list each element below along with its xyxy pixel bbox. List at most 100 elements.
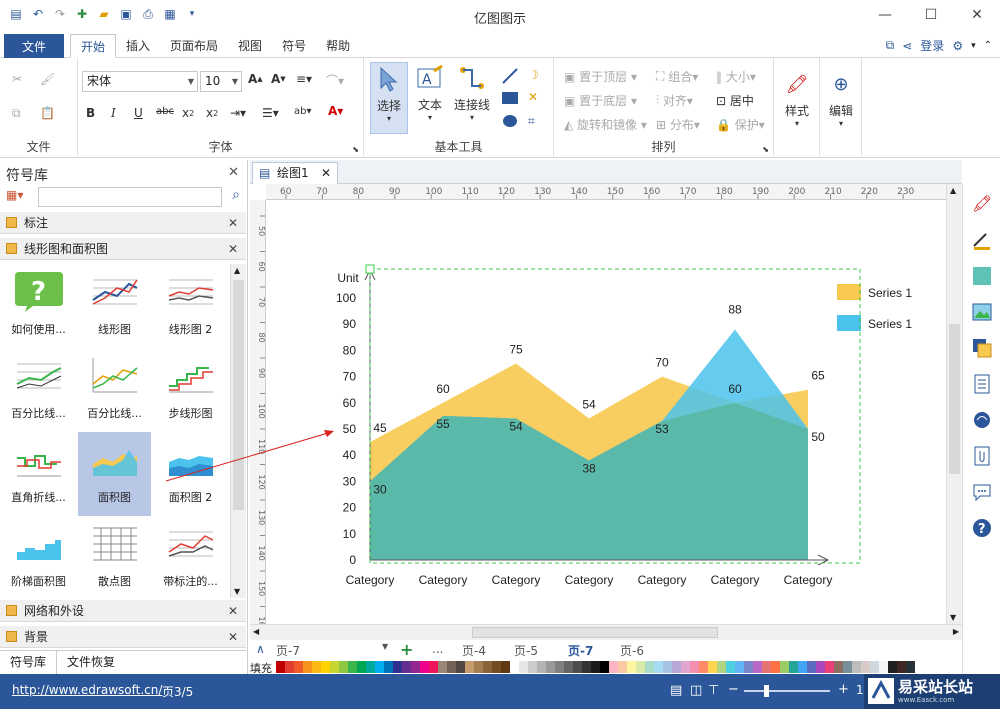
color-swatch[interactable] xyxy=(897,661,906,673)
shape-annotated-line[interactable]: 带标注的... xyxy=(154,516,227,598)
scroll-down-icon[interactable]: ▼ xyxy=(234,587,240,596)
select-tool-button[interactable]: 选择 ▾ xyxy=(370,62,408,134)
selection-handle[interactable] xyxy=(365,264,375,274)
tab-help[interactable]: 帮助 xyxy=(316,34,360,58)
color-swatch[interactable] xyxy=(789,661,798,673)
color-swatch[interactable] xyxy=(681,661,690,673)
color-swatch[interactable] xyxy=(303,661,312,673)
chevron-down-icon[interactable]: ▾ xyxy=(971,41,976,51)
tab-insert[interactable]: 插入 xyxy=(116,34,160,58)
page-tab-5[interactable]: 页-5 xyxy=(514,642,538,659)
present-icon[interactable]: ⧉ xyxy=(886,38,895,53)
edit-button[interactable]: ⊕ 编辑 ▾ xyxy=(822,68,860,129)
format-painter-icon[interactable]: 🖌 xyxy=(40,72,55,86)
zoom-in-icon[interactable]: + xyxy=(838,682,849,697)
color-swatch[interactable] xyxy=(519,661,528,673)
highlight-icon[interactable]: ab▾ xyxy=(294,106,312,117)
color-swatch[interactable] xyxy=(825,661,834,673)
color-swatch[interactable] xyxy=(546,661,555,673)
arc-shape-icon[interactable]: ☽ xyxy=(528,68,539,82)
close-icon[interactable]: ✕ xyxy=(228,626,238,648)
comment-icon[interactable] xyxy=(972,482,992,502)
color-swatch[interactable] xyxy=(420,661,429,673)
scroll-thumb[interactable] xyxy=(949,324,960,474)
color-swatch[interactable] xyxy=(321,661,330,673)
color-swatch[interactable] xyxy=(276,661,285,673)
distribute-button[interactable]: ⊞ 分布 ▾ xyxy=(656,116,700,133)
color-swatch[interactable] xyxy=(573,661,582,673)
page-tab-4[interactable]: 页-4 xyxy=(462,642,486,659)
page-tab-6[interactable]: 页-6 xyxy=(620,642,644,659)
color-swatch[interactable] xyxy=(429,661,438,673)
color-swatch[interactable] xyxy=(492,661,501,673)
color-swatch[interactable] xyxy=(663,661,672,673)
color-swatch[interactable] xyxy=(834,661,843,673)
color-swatch[interactable] xyxy=(591,661,600,673)
attachment-icon[interactable] xyxy=(972,446,992,466)
canvas-vertical-scrollbar[interactable]: ▲ ▼ xyxy=(946,184,962,624)
style-button[interactable]: 🖍 样式 ▾ xyxy=(778,68,816,129)
color-swatch[interactable] xyxy=(906,661,915,673)
shape-step-area[interactable]: 阶梯面积图 xyxy=(2,516,75,598)
layer-icon[interactable] xyxy=(972,338,992,358)
color-swatch[interactable] xyxy=(771,661,780,673)
close-icon[interactable]: ✕ xyxy=(228,165,239,180)
tab-file-recovery[interactable]: 文件恢复 xyxy=(57,651,125,674)
area-chart[interactable]: 0 10 20 30 40 50 60 70 80 90 100 Category Category Ca… xyxy=(266,200,946,624)
scroll-right-icon[interactable]: ▶ xyxy=(953,627,959,636)
arrange-dialog-launcher-icon[interactable]: ⬊ xyxy=(762,145,769,154)
crop-icon[interactable]: ⌗ xyxy=(528,114,535,129)
color-swatch[interactable] xyxy=(699,661,708,673)
scroll-up-icon[interactable]: ▲ xyxy=(950,186,956,195)
bring-to-front-button[interactable]: ▣ 置于顶层 ▾ xyxy=(564,68,637,85)
category-line-area[interactable]: 线形图和面积图 ✕ xyxy=(0,238,246,260)
canvas-horizontal-scrollbar[interactable]: ◀ ▶ xyxy=(250,624,962,640)
strikethrough-icon[interactable]: abc xyxy=(156,106,174,117)
minimize-icon[interactable]: — xyxy=(862,0,908,30)
close-icon[interactable]: ✕ xyxy=(228,600,238,622)
subscript-icon[interactable]: x2 xyxy=(182,106,194,120)
shape-percent-line[interactable]: 百分比线... xyxy=(2,348,75,432)
send-to-back-button[interactable]: ▣ 置于底层 ▾ xyxy=(564,92,637,109)
color-swatch[interactable] xyxy=(798,661,807,673)
font-name-select[interactable]: 宋体 ▼ xyxy=(82,71,198,92)
color-swatch[interactable] xyxy=(348,661,357,673)
color-swatch[interactable] xyxy=(384,661,393,673)
center-button[interactable]: ⊡ 居中 xyxy=(716,92,754,109)
paste-icon[interactable]: 📋 xyxy=(40,106,55,120)
color-swatch[interactable] xyxy=(510,661,519,673)
close-icon[interactable]: ✕ xyxy=(321,163,331,183)
color-swatch[interactable] xyxy=(555,661,564,673)
color-swatch[interactable] xyxy=(402,661,411,673)
text-tool-button[interactable]: A 文本 ▾ xyxy=(412,62,448,122)
scroll-left-icon[interactable]: ◀ xyxy=(253,627,259,636)
color-swatch[interactable] xyxy=(465,661,474,673)
underline-icon[interactable]: U xyxy=(134,106,143,120)
color-swatch[interactable] xyxy=(339,661,348,673)
presentation-icon[interactable]: ⊤ xyxy=(708,683,719,698)
color-swatch[interactable] xyxy=(708,661,717,673)
image-icon[interactable] xyxy=(972,302,992,322)
color-swatch[interactable] xyxy=(852,661,861,673)
color-swatch[interactable] xyxy=(582,661,591,673)
color-swatch[interactable] xyxy=(537,661,546,673)
shape-step-line[interactable]: 步线形图 xyxy=(154,348,227,432)
color-swatch[interactable] xyxy=(294,661,303,673)
chevron-down-icon[interactable]: ▼ xyxy=(382,642,388,651)
color-swatch[interactable] xyxy=(654,661,663,673)
fit-page-icon[interactable]: ◫ xyxy=(690,683,702,698)
color-swatch[interactable] xyxy=(627,661,636,673)
color-swatch[interactable] xyxy=(456,661,465,673)
scroll-down-icon[interactable]: ▼ xyxy=(950,613,956,622)
color-swatch[interactable] xyxy=(744,661,753,673)
page-select[interactable]: 页-7 xyxy=(276,642,300,659)
color-swatch[interactable] xyxy=(816,661,825,673)
color-swatch[interactable] xyxy=(357,661,366,673)
search-icon[interactable]: ⌕ xyxy=(232,187,240,203)
color-swatch[interactable] xyxy=(366,661,375,673)
color-swatch[interactable] xyxy=(330,661,339,673)
shape-right-angle-line[interactable]: 直角折线... xyxy=(2,432,75,516)
hyperlink-icon[interactable] xyxy=(972,410,992,430)
color-swatch[interactable] xyxy=(645,661,654,673)
category-network[interactable]: 网络和外设 ✕ xyxy=(0,600,246,622)
